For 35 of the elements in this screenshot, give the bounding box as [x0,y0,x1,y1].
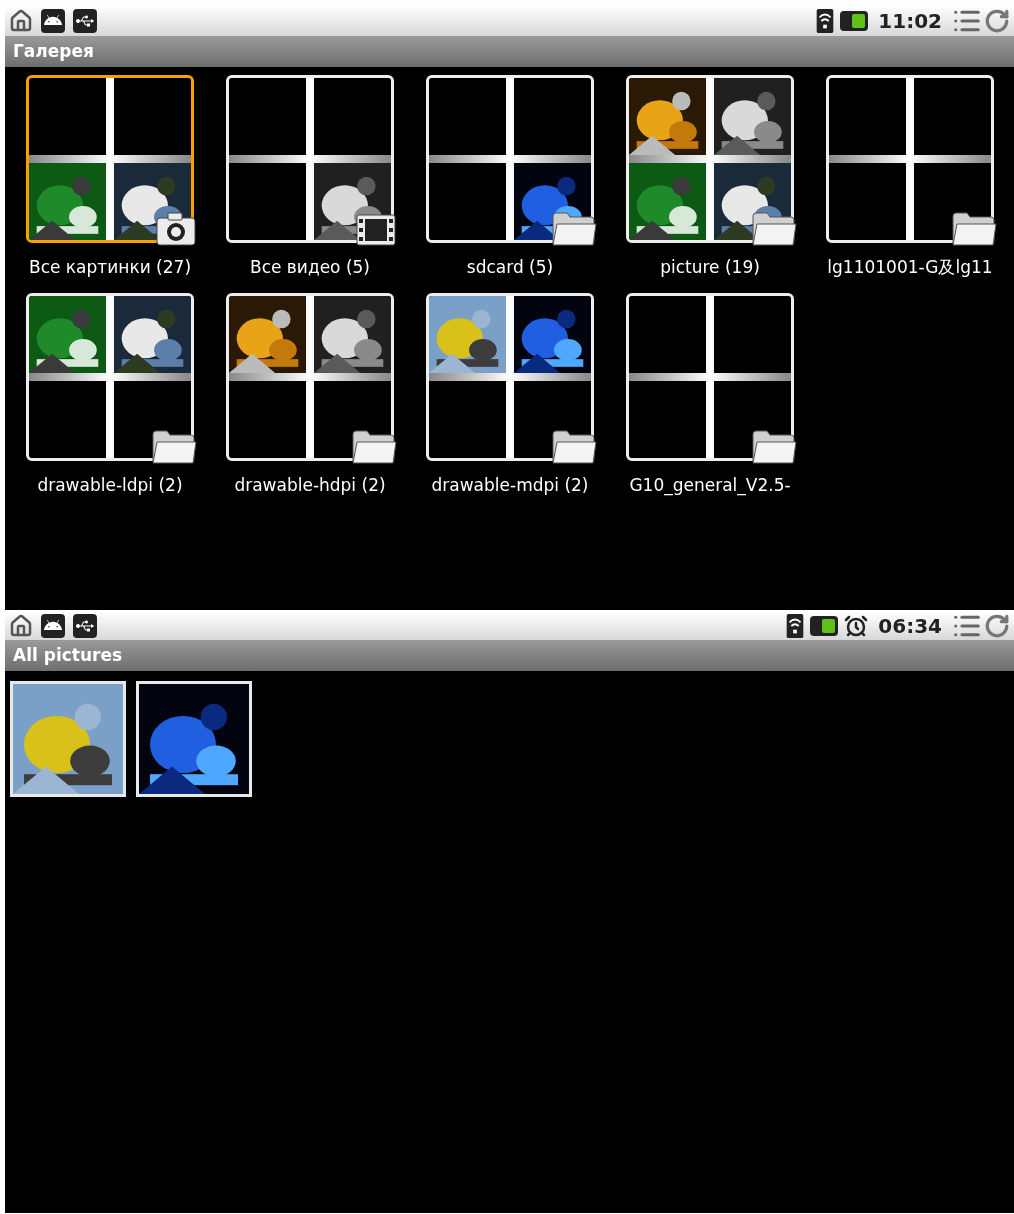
folder-icon [951,212,997,246]
album-name: drawable-hdpi (2) [234,473,386,497]
folder-icon [151,429,197,464]
album-name: picture (19) [660,256,760,279]
battery-icon [810,616,839,636]
screen-title: Галерея [13,39,94,63]
film-icon [355,214,397,246]
album-name: G10_general_V2.5- [629,473,791,498]
album-name: Все видео (5) [249,256,370,279]
home-icon[interactable] [9,8,33,33]
battery-icon [840,10,869,31]
android-icon [41,614,65,638]
screen-title: All pictures [13,643,123,667]
folder-icon [751,429,797,464]
folder-icon [751,212,797,246]
album-tile[interactable] [26,75,194,243]
album-name: drawable-mdpi (2) [431,473,589,497]
album-name: sdcard (5) [466,256,554,279]
refresh-icon[interactable] [984,613,1010,639]
android-icon [41,8,65,33]
album-name: Все картинки (27) [29,256,191,279]
folder-icon [551,429,597,464]
refresh-icon[interactable] [984,7,1010,34]
camera-icon [155,212,197,246]
usb-icon [73,8,97,33]
signal-icon [786,614,805,638]
folder-icon [351,429,397,464]
folder-icon [551,212,597,246]
usb-icon [73,614,97,638]
clock-time: 11:02 [877,7,943,35]
home-icon[interactable] [9,614,33,638]
album-name: lg1101001-G及lg11 [827,256,993,279]
clock-time: 06:34 [877,613,943,640]
signal-icon [816,8,835,33]
album-name: drawable-ldpi (2) [37,473,183,497]
